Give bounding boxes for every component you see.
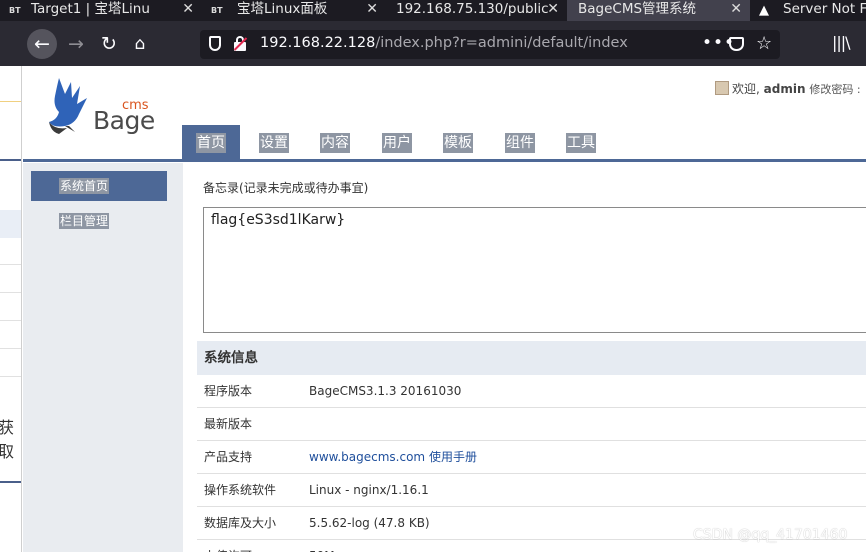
main-nav: 首页 设置 内容 用户 模板 组件 工具 [23, 125, 866, 162]
nav-tab-settings[interactable]: 设置 [259, 133, 289, 153]
divider [0, 159, 21, 161]
tab-title: 192.168.75.130/public [396, 1, 549, 17]
divider [0, 376, 21, 377]
background-page-sliver: 获取 [0, 66, 22, 552]
list-item [0, 210, 21, 238]
avatar-icon [715, 81, 729, 95]
sidebar-item-system-home[interactable]: 系统首页 [31, 171, 167, 201]
warning-icon: ▲ [759, 3, 769, 18]
close-tab-icon[interactable]: ✕ [366, 0, 378, 19]
browser-tab[interactable]: 192.168.75.130/public ✕ [386, 0, 567, 21]
browser-tab[interactable]: BT Target1 | 宝塔Linu ✕ [0, 0, 202, 21]
forward-arrow-icon[interactable]: → [61, 29, 91, 59]
row-key: 数据库及大小 [204, 516, 277, 530]
nav-tab-users[interactable]: 用户 [382, 133, 412, 153]
nav-tab-label: 首页 [196, 133, 226, 153]
row-value: BageCMS3.1.3 20161030 [309, 384, 462, 398]
system-info-title: 系统信息 [197, 341, 866, 375]
browser-tab[interactable]: BT 宝塔Linux面板 ✕ [202, 0, 386, 21]
home-icon[interactable]: ⌂ [125, 29, 155, 59]
browser-tab[interactable]: ▲ Server Not F [750, 0, 866, 21]
tab-title: Target1 | 宝塔Linu [31, 1, 150, 17]
back-arrow-icon[interactable]: ← [27, 29, 57, 59]
nav-underline [23, 159, 866, 162]
tab-title: Server Not F [783, 1, 866, 17]
url-path: /index.php?r=admini/default/index [375, 35, 628, 51]
bagecms-website-link[interactable]: www.bagecms.com [309, 450, 425, 464]
nav-tab-components[interactable]: 组件 [505, 133, 535, 153]
insecure-lock-icon[interactable] [233, 36, 248, 52]
bt-favicon-icon: BT [211, 6, 223, 15]
nav-tab-tools[interactable]: 工具 [566, 133, 596, 153]
sidebar-item-label: 栏目管理 [59, 213, 110, 229]
cms-page: cms Bage 欢迎, admin 修改密码 : 首页 设置 内容 用户 模板… [23, 66, 866, 552]
csdn-watermark: CSDN @qq_41701460 [693, 527, 848, 543]
nav-tab-content[interactable]: 内容 [320, 133, 350, 153]
browser-toolbar: ← → ↻ ⌂ 192.168.22.128/index.php?r=admin… [0, 21, 866, 66]
memo-label: 备忘录(记录未完成或待办事宜) [203, 181, 369, 195]
table-row: 程序版本 BageCMS3.1.3 20161030 [197, 375, 866, 408]
close-tab-icon[interactable]: ✕ [182, 0, 194, 19]
table-row: 最新版本 [197, 408, 866, 441]
sidebar-item-label: 系统首页 [59, 178, 110, 194]
change-password-link[interactable]: 修改密码 : [809, 83, 860, 96]
divider [0, 292, 21, 293]
table-row: 操作系统软件 Linux - nginx/1.16.1 [197, 474, 866, 507]
row-key: 产品支持 [204, 450, 253, 464]
sidebar-item-category-manage[interactable]: 栏目管理 [31, 206, 167, 236]
browser-tab-bar: BT Target1 | 宝塔Linu ✕ BT 宝塔Linux面板 ✕ 192… [0, 0, 866, 21]
user-manual-link[interactable]: 使用手册 [429, 450, 477, 464]
username: admin [763, 82, 806, 96]
shield-icon[interactable] [209, 36, 221, 51]
tab-title: BageCMS管理系统 [578, 1, 697, 17]
page-header: cms Bage 欢迎, admin 修改密码 : 首页 设置 内容 用户 模板… [23, 66, 866, 162]
divider [0, 264, 21, 265]
reload-icon[interactable]: ↻ [94, 29, 124, 59]
row-key: 上传许可 [204, 540, 252, 552]
sidebar: 系统首页 栏目管理 [23, 163, 183, 552]
url-text[interactable]: 192.168.22.128/index.php?r=admini/defaul… [260, 35, 628, 51]
divider [0, 481, 21, 483]
url-host: 192.168.22.128 [260, 35, 376, 51]
welcome-text: 欢迎, [732, 82, 760, 96]
row-key: 程序版本 [204, 384, 253, 398]
row-value: 5.5.62-log (47.8 KB) [309, 516, 430, 530]
browser-tab-active[interactable]: BageCMS管理系统 ✕ [567, 0, 750, 21]
close-tab-icon[interactable]: ✕ [547, 0, 559, 19]
table-row: 产品支持 www.bagecms.com 使用手册 [197, 441, 866, 474]
memo-textarea[interactable]: flag{eS3sd1lKarw} [203, 207, 866, 333]
system-info-table: 系统信息 程序版本 BageCMS3.1.3 20161030 最新版本 产品支… [197, 341, 866, 552]
row-key: 操作系统软件 [204, 483, 277, 497]
pocket-icon[interactable] [729, 37, 744, 51]
bookmark-star-icon[interactable]: ☆ [756, 33, 772, 54]
welcome-bar: 欢迎, admin 修改密码 : [715, 80, 861, 97]
address-bar[interactable]: 192.168.22.128/index.php?r=admini/defaul… [200, 30, 780, 59]
tab-title: 宝塔Linux面板 [237, 1, 328, 17]
row-value: www.bagecms.com 使用手册 [309, 441, 477, 473]
row-value: Linux - nginx/1.16.1 [309, 483, 429, 497]
library-icon[interactable]: |||\ [832, 33, 851, 52]
row-value: 50M [309, 540, 335, 552]
nav-tab-templates[interactable]: 模板 [443, 133, 473, 153]
divider [0, 320, 21, 321]
nav-tab-home[interactable]: 首页 [182, 125, 240, 159]
divider [0, 348, 21, 349]
close-tab-icon[interactable]: ✕ [730, 0, 742, 19]
row-key: 最新版本 [204, 417, 253, 431]
main-content: 备忘录(记录未完成或待办事宜) flag{eS3sd1lKarw} 系统信息 程… [183, 163, 866, 552]
divider [0, 101, 21, 102]
truncated-text: 获取 [0, 414, 21, 462]
bt-favicon-icon: BT [9, 6, 21, 15]
